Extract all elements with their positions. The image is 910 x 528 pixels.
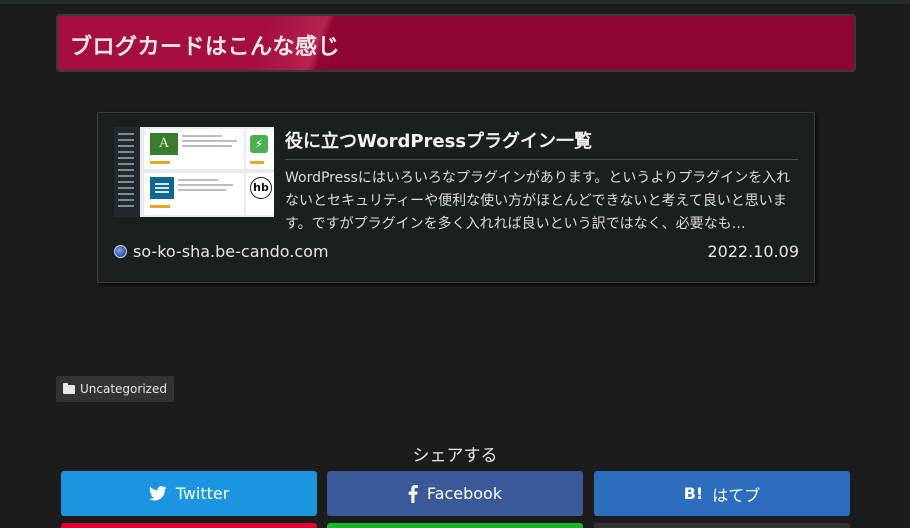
blog-card-snippet: WordPressにはいろいろなプラグインがあります。というよりプラグインを入れ… — [285, 170, 791, 232]
folder-icon — [63, 382, 75, 394]
blog-card-site-domain: so-ko-sha.be-cando.com — [133, 242, 329, 261]
category-badge[interactable]: Uncategorized — [56, 376, 174, 402]
plugin-editor-icon — [150, 177, 174, 199]
line-share-button[interactable] — [327, 523, 583, 528]
pocket-share-button[interactable] — [61, 523, 317, 528]
hatena-bookmark-icon: B! — [683, 484, 704, 503]
twitter-share-label: Twitter — [175, 484, 230, 503]
section-heading: ブログカードはこんな感じ — [56, 14, 856, 72]
facebook-share-button[interactable]: Facebook — [327, 471, 583, 516]
blog-card-date: 2022.10.09 — [707, 242, 799, 261]
top-border — [0, 0, 910, 4]
blog-card-title[interactable]: 役に立つWordPressプラグイン一覧 — [285, 127, 592, 153]
admin-sidebar-graphic — [114, 127, 140, 217]
facebook-share-label: Facebook — [426, 484, 503, 503]
blog-card-site: so-ko-sha.be-cando.com — [114, 242, 329, 261]
twitter-share-button[interactable]: Twitter — [61, 471, 317, 516]
copy-share-button[interactable] — [594, 523, 850, 528]
plugin-hb-icon: hb — [250, 177, 272, 199]
blog-card-divider — [285, 159, 798, 160]
twitter-icon — [148, 486, 167, 501]
section-heading-text: ブログカードはこんな感じ — [70, 35, 341, 60]
category-label: Uncategorized — [80, 382, 167, 396]
hatena-bookmark-share-label: はてブ — [712, 485, 761, 505]
plugin-bolt-icon: ⚡ — [250, 135, 268, 153]
blog-card-thumbnail[interactable]: A ⚡ hb — [114, 127, 274, 217]
blog-card[interactable]: A ⚡ hb 役に立つWordPressプラグイン一覧 WordPressにはい… — [97, 112, 815, 283]
site-favicon-icon — [114, 245, 127, 258]
plugin-a-icon: A — [150, 133, 178, 155]
hatena-bookmark-share-button[interactable]: B! はてブ — [594, 471, 850, 516]
share-heading: シェアする — [412, 446, 498, 466]
facebook-icon — [408, 484, 418, 503]
